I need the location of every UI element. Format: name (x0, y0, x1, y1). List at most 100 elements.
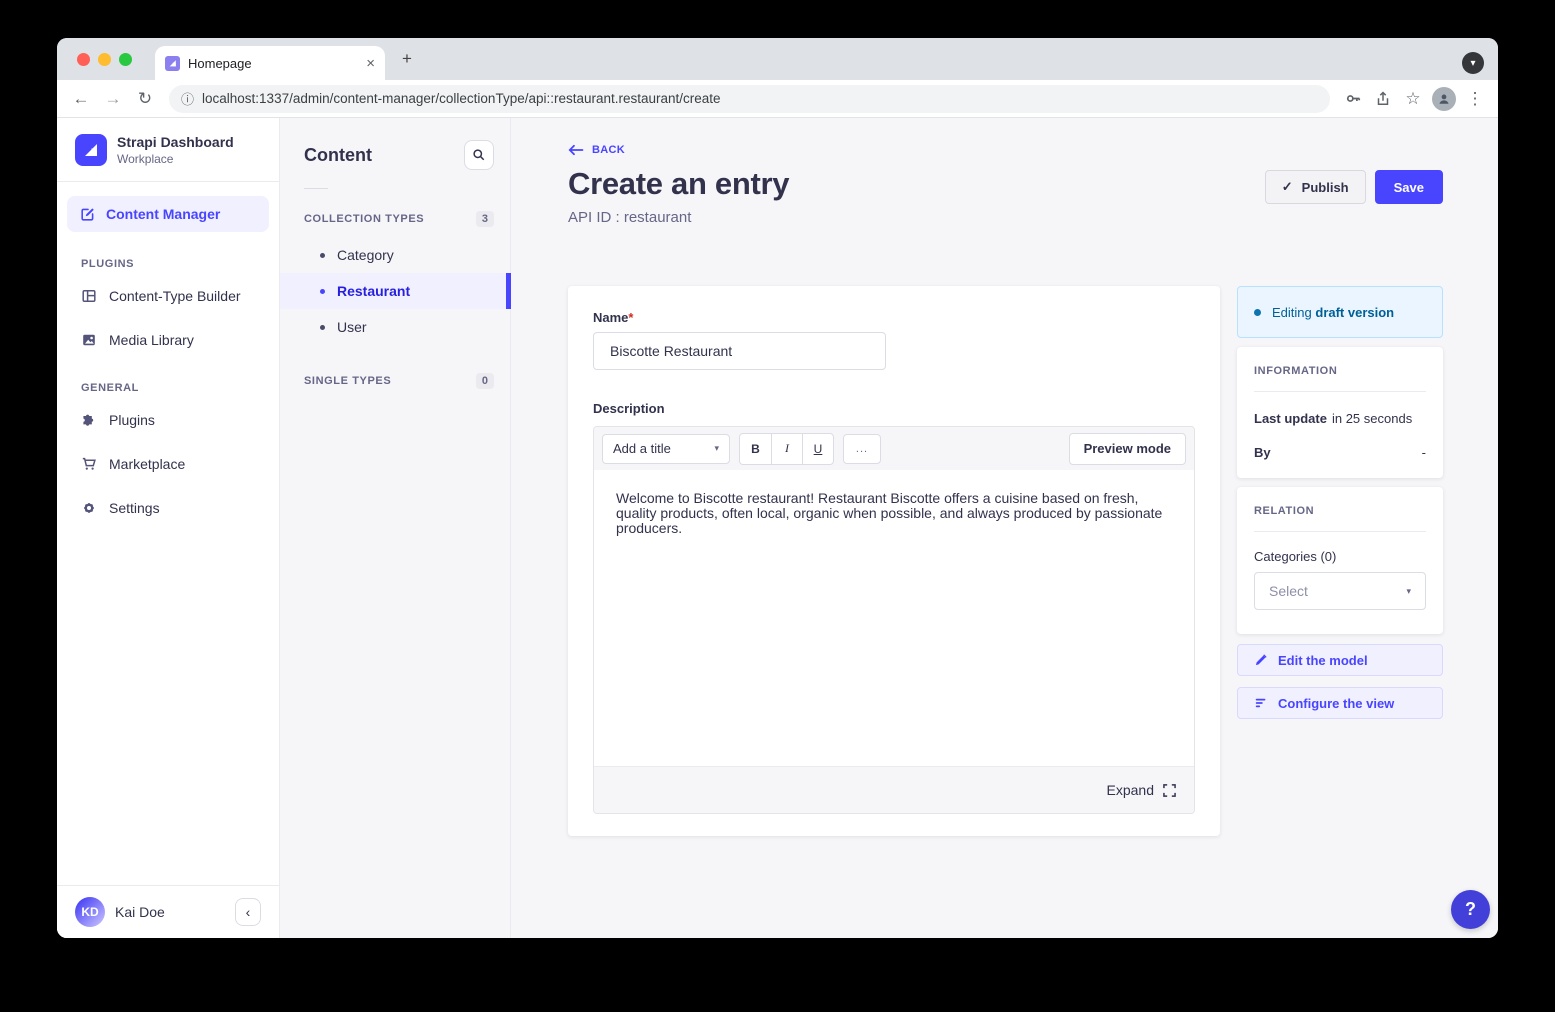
site-info-icon[interactable]: ⓘ (181, 89, 194, 108)
window-controls[interactable] (77, 53, 132, 66)
main-sidebar: Strapi Dashboard Workplace Content Manag… (57, 118, 280, 938)
description-field-label: Description (593, 401, 1195, 416)
gear-icon (81, 500, 97, 516)
layout-grid-icon (81, 288, 97, 304)
select-placeholder: Select (1269, 583, 1308, 599)
workspace-brand[interactable]: Strapi Dashboard Workplace (57, 118, 279, 182)
api-id-subtitle: API ID : restaurant (568, 209, 789, 226)
pencil-icon (1254, 653, 1268, 667)
browser-toolbar: ← → ↻ ⓘ localhost:1337/admin/content-man… (57, 80, 1498, 118)
name-input[interactable] (593, 332, 886, 370)
more-options-button[interactable]: ... (843, 434, 881, 464)
status-dot-icon (1254, 309, 1261, 316)
bookmark-star-icon[interactable]: ☆ (1400, 85, 1426, 113)
close-tab-icon[interactable]: × (366, 55, 375, 72)
browser-menu-icon[interactable]: ⋮ (1462, 85, 1488, 113)
entry-form-card: Name* Description Add a title ▾ B (568, 286, 1220, 836)
edit-model-button[interactable]: Edit the model (1237, 644, 1443, 676)
publish-button[interactable]: ✓ Publish (1265, 170, 1366, 204)
relation-card: RELATION Categories (0) Select ▾ (1237, 487, 1443, 634)
nav-item-category[interactable]: Category (280, 237, 510, 273)
information-label: INFORMATION (1254, 365, 1426, 377)
last-update-row: Last update in 25 seconds (1254, 411, 1426, 426)
configure-view-label: Configure the view (1278, 696, 1394, 711)
bold-button[interactable]: B (740, 434, 771, 464)
categories-select[interactable]: Select ▾ (1254, 572, 1426, 610)
plugins-section-label: PLUGINS (57, 238, 279, 274)
reload-icon[interactable]: ↻ (131, 85, 159, 113)
close-window-button[interactable] (77, 53, 90, 66)
nav-item-label: User (337, 319, 367, 335)
search-button[interactable] (464, 140, 494, 170)
back-link[interactable]: BACK (568, 144, 625, 156)
editor-toolbar: Add a title ▾ B I U ... Preview mode (594, 427, 1194, 470)
by-row: By - (1254, 445, 1426, 460)
tab-strip: Homepage × + ▾ (57, 38, 1498, 80)
sidebar-item-label: Settings (109, 500, 160, 516)
sidebar-item-content-type-builder[interactable]: Content-Type Builder (57, 274, 279, 318)
categories-label: Categories (0) (1254, 549, 1426, 564)
back-nav-icon[interactable]: ← (67, 85, 95, 113)
new-tab-button[interactable]: + (402, 50, 412, 67)
browser-profile-avatar[interactable] (1432, 87, 1456, 111)
forward-nav-icon[interactable]: → (99, 85, 127, 113)
publish-label: Publish (1302, 180, 1349, 195)
user-footer: KD Kai Doe ‹ (57, 885, 279, 938)
expand-editor-button[interactable]: Expand (1107, 782, 1176, 798)
collection-types-count-badge: 3 (476, 211, 494, 227)
italic-button[interactable]: I (771, 434, 802, 464)
tab-search-button[interactable]: ▾ (1462, 52, 1484, 74)
edit-pen-icon (79, 206, 96, 223)
configure-view-button[interactable]: Configure the view (1237, 687, 1443, 719)
shopping-cart-icon (81, 456, 97, 472)
chevron-down-icon: ▾ (1406, 586, 1411, 597)
main-content: BACK Create an entry API ID : restaurant… (511, 118, 1498, 938)
title-style-select[interactable]: Add a title ▾ (602, 434, 730, 464)
sidebar-item-label: Marketplace (109, 456, 185, 472)
sidebar-item-label: Content-Type Builder (109, 288, 241, 304)
format-button-group: B I U (739, 433, 834, 465)
bullet-icon (320, 253, 325, 258)
maximize-window-button[interactable] (119, 53, 132, 66)
nav-item-restaurant[interactable]: Restaurant (280, 273, 510, 309)
sidebar-item-marketplace[interactable]: Marketplace (57, 442, 279, 486)
sidebar-item-content-manager[interactable]: Content Manager (67, 196, 269, 232)
content-nav-title: Content (304, 145, 372, 166)
page-title: Create an entry (568, 166, 789, 202)
sidebar-item-media-library[interactable]: Media Library (57, 318, 279, 362)
search-icon (472, 148, 486, 162)
right-panel: Editing draft version INFORMATION Last u… (1237, 286, 1443, 719)
description-textarea[interactable]: Welcome to Biscotte restaurant! Restaura… (594, 470, 1194, 766)
app-title: Strapi Dashboard (117, 134, 234, 150)
puzzle-icon (81, 412, 97, 428)
last-update-label: Last update (1254, 411, 1327, 426)
sidebar-item-settings[interactable]: Settings (57, 486, 279, 530)
minimize-window-button[interactable] (98, 53, 111, 66)
address-bar[interactable]: ⓘ localhost:1337/admin/content-manager/c… (169, 85, 1330, 113)
nav-item-user[interactable]: User (280, 309, 510, 345)
preview-mode-button[interactable]: Preview mode (1069, 433, 1186, 465)
required-mark: * (628, 310, 633, 325)
single-types-count-badge: 0 (476, 373, 494, 389)
divider (1254, 391, 1426, 392)
strapi-logo-icon (75, 134, 107, 166)
browser-actions: ☆ ⋮ (1340, 85, 1488, 113)
sidebar-item-plugins[interactable]: Plugins (57, 398, 279, 442)
password-key-icon[interactable] (1340, 85, 1366, 113)
tab-title: Homepage (188, 56, 358, 71)
url-text[interactable]: localhost:1337/admin/content-manager/col… (202, 91, 721, 106)
user-avatar[interactable]: KD (75, 897, 105, 927)
media-image-icon (81, 332, 97, 348)
browser-tab[interactable]: Homepage × (155, 46, 385, 80)
share-icon[interactable] (1370, 85, 1396, 113)
save-button[interactable]: Save (1375, 170, 1443, 204)
collection-types-label: COLLECTION TYPES (304, 213, 424, 225)
help-button[interactable]: ? (1451, 890, 1490, 929)
nav-item-label: Category (337, 247, 394, 263)
collapse-sidebar-button[interactable]: ‹ (235, 898, 261, 926)
chevron-down-icon: ▾ (714, 443, 719, 454)
expand-label: Expand (1107, 782, 1154, 798)
back-label: BACK (592, 144, 625, 156)
divider (1254, 531, 1426, 532)
underline-button[interactable]: U (802, 434, 833, 464)
